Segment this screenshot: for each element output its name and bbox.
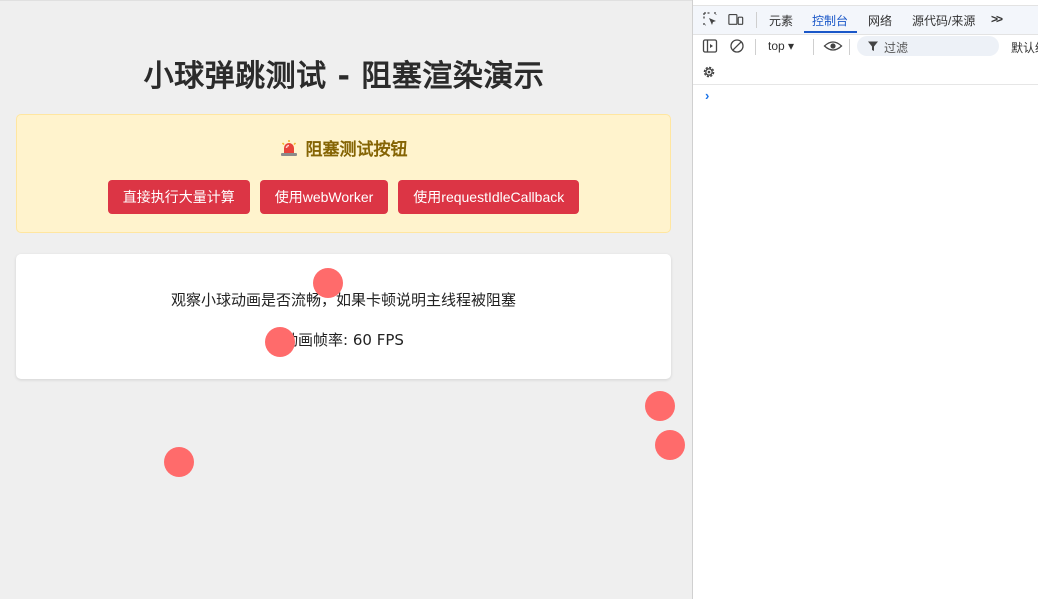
siren-icon	[280, 139, 298, 162]
blocking-test-panel: 阻塞测试按钮 直接执行大量计算 使用webWorker 使用requestIdl…	[16, 114, 671, 233]
fps-unit: FPS	[371, 331, 404, 349]
bouncing-ball	[313, 268, 343, 298]
more-tabs-button[interactable]: >>	[991, 12, 1003, 26]
chevron-down-icon: ▾	[788, 39, 795, 53]
toolbar-separator	[756, 12, 757, 28]
tab-network[interactable]: 网络	[868, 12, 892, 29]
animation-card: 观察小球动画是否流畅，如果卡顿说明主线程被阻塞 动画帧率: 60 FPS	[16, 254, 671, 379]
blocking-test-button-row: 直接执行大量计算 使用webWorker 使用requestIdleCallba…	[17, 180, 670, 214]
page-title: 小球弹跳测试 - 阻塞渲染演示	[143, 59, 545, 94]
request-idle-callback-button[interactable]: 使用requestIdleCallback	[398, 180, 580, 214]
console-prompt[interactable]: ›	[705, 88, 709, 103]
bouncing-ball	[164, 447, 194, 477]
toolbar-separator	[849, 39, 850, 55]
gear-icon[interactable]	[701, 64, 717, 80]
context-selector[interactable]: top ▾	[768, 39, 794, 53]
filter-placeholder: 过滤	[884, 41, 909, 55]
tab-elements[interactable]: 元素	[769, 12, 793, 29]
toolbar-separator	[813, 39, 814, 55]
web-worker-button[interactable]: 使用webWorker	[259, 180, 389, 214]
console-filter-input[interactable]: 过滤	[857, 36, 999, 56]
bouncing-ball	[655, 430, 685, 460]
direct-compute-button[interactable]: 直接执行大量计算	[107, 180, 250, 214]
context-value: top	[768, 39, 785, 53]
log-levels-dropdown[interactable]: 默认级别	[1011, 39, 1038, 56]
sidebar-toggle-icon[interactable]	[702, 38, 718, 54]
animation-description: 观察小球动画是否流畅，如果卡顿说明主线程被阻塞	[170, 291, 516, 309]
blocking-test-heading: 阻塞测试按钮	[17, 135, 670, 162]
console-toolbar: top ▾ 过滤 默认级别	[693, 34, 1038, 60]
clear-console-icon[interactable]	[729, 38, 745, 54]
tab-console-underline	[804, 31, 857, 33]
page-viewport: 小球弹跳测试 - 阻塞渲染演示 阻塞测试按钮 直接执行大量计算 使用webWor…	[0, 0, 692, 599]
filter-icon	[867, 40, 879, 55]
fps-value: 60	[352, 331, 372, 349]
tab-sources[interactable]: 源代码/来源	[912, 12, 975, 29]
inspect-element-icon[interactable]	[702, 11, 718, 27]
live-expression-eye-icon[interactable]	[823, 38, 843, 54]
toolbar-separator	[755, 39, 756, 55]
tab-console[interactable]: 控制台	[812, 12, 848, 29]
devtools-tab-bar: 元素 控制台 网络 源代码/来源 >>	[693, 5, 1038, 35]
bouncing-ball	[265, 327, 295, 357]
blocking-test-heading-label: 阻塞测试按钮	[305, 140, 408, 160]
bouncing-ball	[645, 391, 675, 421]
devtools-panel: 元素 控制台 网络 源代码/来源 >> top ▾ 过滤 默认 ›	[692, 0, 1038, 599]
fps-readout: 动画帧率: 60 FPS	[16, 329, 671, 350]
device-toolbar-icon[interactable]	[728, 11, 744, 27]
console-settings-row	[693, 62, 1038, 85]
